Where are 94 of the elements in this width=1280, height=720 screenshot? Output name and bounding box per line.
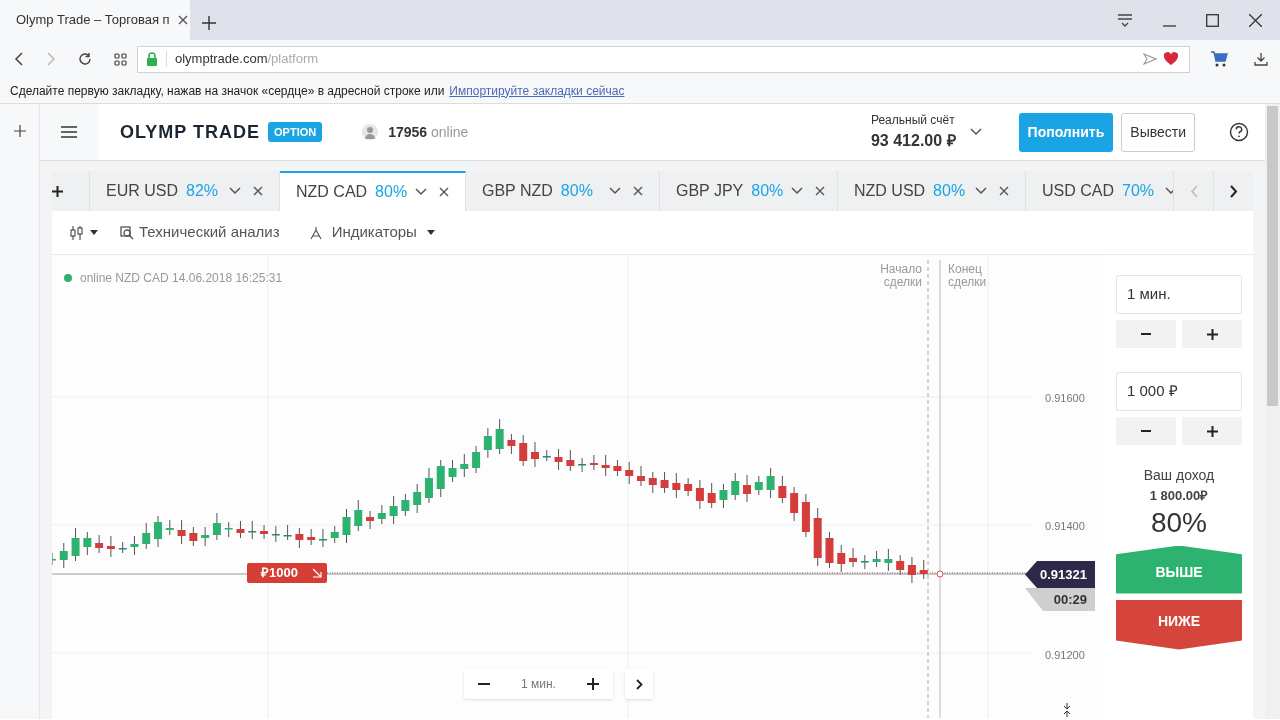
chevron-right-icon [635,678,643,690]
lower-button[interactable]: НИЖЕ [1116,599,1242,650]
price-axis-label: 0.91400 [1045,519,1085,534]
back-icon[interactable] [14,52,24,66]
current-price-tag: 0.91321 [1025,561,1095,588]
chevron-down-icon[interactable] [609,187,621,195]
technical-analysis-button[interactable]: Технический анализ [120,221,280,244]
close-icon[interactable] [1249,13,1262,27]
asset-pair: USD CAD [1042,181,1114,201]
compass-icon [309,225,322,240]
close-icon[interactable] [815,186,826,196]
asset-payout: 80% [751,181,784,201]
asset-payout: 70% [1122,181,1155,201]
payout-percent: 80% [1150,505,1207,540]
price-axis-label: 0.91600 [1045,391,1085,406]
import-bookmarks-link[interactable]: Импортируйте закладки сейчас [449,81,625,100]
close-icon[interactable] [177,15,188,25]
asset-payout: 80% [375,182,408,202]
option-badge: OPTION [268,121,323,143]
chevron-down-icon[interactable] [229,187,241,195]
candlestick-icon [70,224,84,241]
cart-icon[interactable] [1210,51,1228,67]
income-amount: 1 800.00₽ [1149,487,1209,505]
close-icon[interactable] [999,186,1009,196]
menu-icon[interactable] [61,126,77,138]
trade-end-marker [936,570,944,578]
caret-icon [90,230,98,235]
help-icon[interactable] [1229,122,1249,142]
close-icon[interactable] [633,186,643,196]
withdraw-button[interactable]: Вывести [1121,112,1195,152]
asset-payout: 80% [560,181,593,201]
asset-tab[interactable]: NZD CAD 80% [280,171,466,211]
bet-marker[interactable]: ₽1000 [247,563,327,583]
lock-icon [146,52,158,66]
online-counter: 17956 online [388,122,469,142]
download-icon[interactable] [1254,52,1268,66]
chevron-down-icon[interactable] [975,187,987,195]
send-icon[interactable] [1143,53,1157,65]
chevron-down-icon[interactable] [791,187,804,195]
price-axis-label: 0.91200 [1045,648,1085,663]
asset-payout: 82% [186,181,219,201]
chevron-down-icon[interactable] [969,128,982,136]
chevron-down-icon[interactable] [415,188,428,196]
logo[interactable]: OLYMP TRADE [120,118,261,146]
increase-button[interactable] [1182,417,1242,445]
account-selector[interactable]: Реальный счёт 93 412.00 ₽ [870,111,982,153]
asset-pair: NZD CAD [296,182,368,202]
url-text: olymptrade.com/platform [175,50,319,69]
grid-icon[interactable] [114,52,127,66]
menu-icon[interactable] [1117,13,1133,27]
maximize-icon[interactable] [1206,13,1219,27]
countdown-timer: 00:29 [1025,588,1095,611]
scrollbar-thumb[interactable] [1267,106,1278,406]
close-icon[interactable] [253,186,263,196]
asset-pair: EUR USD [106,181,178,201]
chart-type-dropdown[interactable] [70,224,98,241]
account-label: Реальный счёт [870,112,956,129]
asset-payout: 80% [933,181,966,201]
next-button[interactable] [625,669,653,699]
income-label: Ваш доход [1143,466,1215,485]
search-icon [120,225,134,240]
trade-end-label: Конец сделки [948,263,988,289]
close-icon[interactable] [439,187,450,197]
trade-start-label: Начало сделки [879,263,922,289]
heart-icon[interactable] [1163,52,1179,66]
chevron-left-icon [1189,184,1198,198]
bookmark-hint: Сделайте первую закладку, нажав на значок «сердце» в адресной строке или [10,82,445,100]
user-icon [362,124,379,140]
plus-icon [1206,328,1218,340]
amount-field[interactable]: 1 000 ₽ [1116,372,1242,411]
address-field[interactable]: olymptrade.com/platform [137,45,1190,73]
browser-tab[interactable]: Olymp Trade – Торговая п [0,0,190,40]
chart-status: online NZD CAD 14.06.2018 16:25:31 [80,270,283,287]
caret-icon [426,230,435,235]
plus-icon[interactable] [587,678,599,690]
indicators-dropdown[interactable]: Индикаторы [309,221,435,244]
timeframe-label: 1 мин. [521,676,556,693]
minus-icon [1141,333,1151,335]
duration-field[interactable]: 1 мин. [1116,275,1242,314]
arrow-down-right-icon [312,568,322,578]
plus-icon [1206,425,1218,437]
asset-pair: NZD USD [854,181,926,201]
new-tab-icon[interactable] [202,16,216,30]
increase-button[interactable] [1182,320,1242,348]
tab-title: Olymp Trade – Торговая п [16,11,170,30]
collapse-icon[interactable] [1062,703,1072,717]
balance: 93 412.00 ₽ [870,131,956,151]
reload-icon[interactable] [78,52,92,66]
minus-icon [1141,430,1151,432]
chevron-right-icon [1229,184,1238,198]
asset-pair: GBP JPY [676,181,744,201]
asset-pair: GBP NZD [482,181,553,201]
plus-icon [52,185,63,197]
add-icon[interactable] [13,125,26,137]
